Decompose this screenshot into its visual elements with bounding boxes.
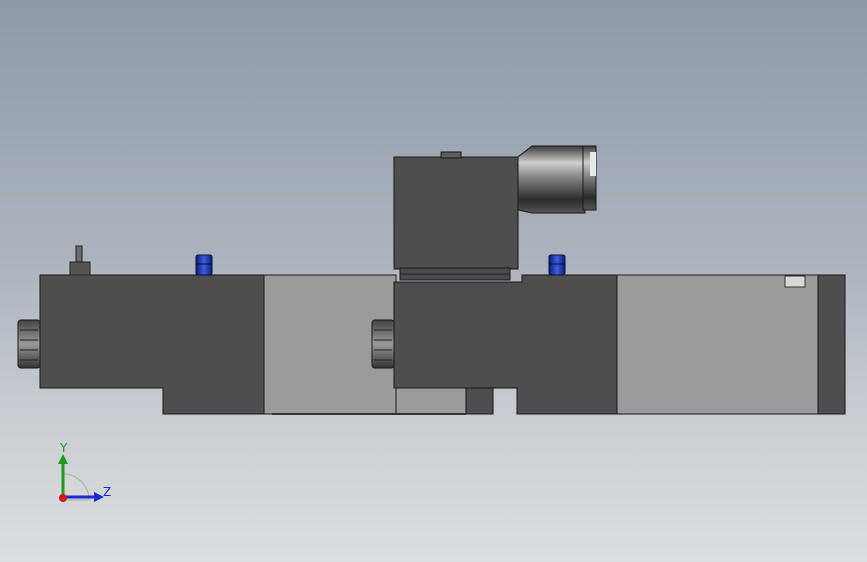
valve-model[interactable] <box>0 0 867 562</box>
origin-dot-icon <box>59 494 67 502</box>
axis-triad: Y Z <box>48 440 128 520</box>
y-axis-label: Y <box>60 441 68 455</box>
y-axis-arrow-icon <box>58 454 68 464</box>
connector-housing[interactable] <box>393 151 519 281</box>
left-solenoid-body <box>39 274 265 415</box>
z-axis-label: Z <box>103 485 112 499</box>
manual-override-knob-left[interactable] <box>17 319 41 369</box>
cable-gland[interactable] <box>517 145 597 214</box>
cad-viewport[interactable]: Y Z <box>0 0 867 562</box>
right-end-body <box>616 274 846 415</box>
manual-override-knob-right[interactable] <box>371 319 395 369</box>
port-plug-left <box>195 254 213 276</box>
port-plug-right <box>548 254 566 276</box>
vent-stem <box>69 245 91 276</box>
